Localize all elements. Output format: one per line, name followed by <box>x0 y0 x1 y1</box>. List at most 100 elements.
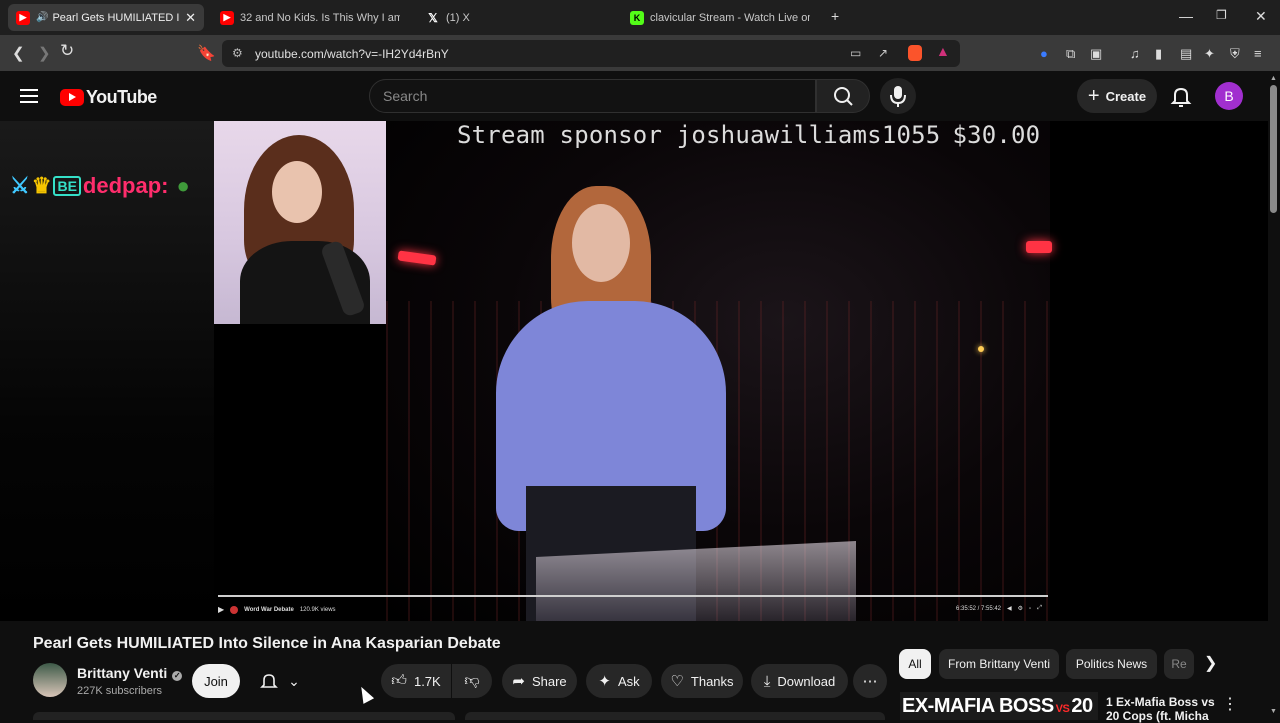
video-player[interactable]: ⚔ ♛ BE dedpap: ● Stream sponsor joshuawi… <box>0 121 1268 621</box>
minimize-icon[interactable]: — <box>1179 8 1193 24</box>
brave-shield-icon[interactable] <box>908 45 922 61</box>
tab-4[interactable]: K clavicular Stream - Watch Live on Kic <box>622 4 818 31</box>
sparkle-icon: ✦ <box>598 673 611 690</box>
notifications-button[interactable] <box>1170 85 1192 112</box>
chevron-down-icon: ⌄ <box>288 672 300 689</box>
scroll-down-arrow[interactable]: ▼ <box>1270 708 1277 715</box>
thanks-heart-icon: ♡ <box>670 673 684 690</box>
thumb-vs: VS <box>1055 703 1070 715</box>
audio-icon: 🔊 <box>36 12 49 23</box>
inner-fullscreen-icon: ⤢ <box>1037 605 1042 611</box>
menu-icon[interactable]: ≡ <box>1254 46 1262 61</box>
close-icon[interactable]: ✕ <box>179 10 196 26</box>
verified-icon: ✓ <box>172 671 183 681</box>
youtube-icon: ▶ <box>220 10 234 25</box>
screenshot-icon[interactable]: ▣ <box>1090 46 1102 62</box>
more-horizontal-icon: ⋯ <box>862 673 878 690</box>
thanks-label: Thanks <box>690 673 734 689</box>
share-label: Share <box>531 673 567 689</box>
extensions-puzzle-icon[interactable]: ⧉ <box>1066 46 1075 62</box>
chip-politics-news[interactable]: Politics News <box>1066 649 1157 679</box>
thumb-text-right: 20 COPS <box>1071 695 1098 717</box>
bell-icon <box>1170 87 1192 107</box>
cast-icon[interactable]: ▭ <box>850 46 861 60</box>
recommendation-title[interactable]: 1 Ex-Mafia Boss vs 20 Cops (ft. Micha <box>1106 695 1216 723</box>
inner-views: 120.9K views <box>299 606 336 613</box>
channel-avatar[interactable] <box>33 663 67 697</box>
dislike-button[interactable]: 👎︎ <box>452 664 492 698</box>
badge-emote-icon: BE <box>53 176 81 196</box>
like-button[interactable]: 👍︎ 1.7K <box>381 664 451 698</box>
description-box-peek[interactable] <box>33 712 455 720</box>
kick-icon: K <box>630 10 644 25</box>
thumbs-down-icon: 👎︎ <box>464 672 480 689</box>
mouse-cursor <box>355 684 375 704</box>
window-close-icon[interactable]: ✕ <box>1255 8 1267 25</box>
thanks-button[interactable]: ♡ Thanks <box>661 664 743 698</box>
like-count: 1.7K <box>413 673 441 689</box>
wallet-icon[interactable]: ▤ <box>1180 46 1192 62</box>
share-page-icon[interactable]: ↗ <box>878 46 888 60</box>
inner-video-controls: ▶ Word War Debate 120.9K views 6:35:52 /… <box>218 605 1048 617</box>
chevron-right-icon[interactable]: ❯ <box>1204 653 1217 673</box>
media-icon[interactable]: ♫ <box>1130 46 1140 61</box>
share-icon: ➦ <box>512 673 525 690</box>
subscription-bell-button[interactable]: ⌄ <box>250 664 310 698</box>
inner-settings-icon: ⚙ <box>1017 606 1024 612</box>
url-text: youtube.com/watch?v=-IH2Yd4rBnY <box>255 47 449 61</box>
address-toolbar: ❮ ❯ ↻ 🔖 ⚙ youtube.com/watch?v=-IH2Yd4rBn… <box>0 35 1280 71</box>
forward-icon[interactable]: ❯ <box>38 44 51 62</box>
vpn-icon[interactable]: ⛨ <box>1230 46 1240 62</box>
tab-active[interactable]: ▶ 🔊 Pearl Gets HUMILIATED Into S ✕ <box>8 4 204 31</box>
hamburger-menu-icon[interactable] <box>20 89 38 103</box>
ask-button[interactable]: ✦ Ask <box>586 664 652 698</box>
site-info-icon[interactable]: ⚙ <box>232 46 243 60</box>
youtube-wordmark: YouTube <box>86 87 157 107</box>
download-button[interactable]: ⤓ Download <box>751 664 848 698</box>
url-bar[interactable]: ⚙ youtube.com/watch?v=-IH2Yd4rBnY ▭ ↗ ▲ <box>222 40 960 67</box>
search-button[interactable] <box>816 79 870 113</box>
sponsor-overlay: Stream sponsor joshuawilliams1055 $30.00 <box>457 121 1040 149</box>
youtube-header: YouTube + Create B <box>0 71 1280 121</box>
youtube-logo[interactable]: YouTube <box>60 87 157 108</box>
recommendation-thumbnail[interactable]: EX-MAFIA BOSSVS20 COPS <box>900 692 1098 720</box>
chip-all[interactable]: All <box>899 649 931 679</box>
tab-2[interactable]: ▶ 32 and No Kids. Is This Why I am Lon <box>212 4 408 31</box>
reload-icon[interactable]: ↻ <box>60 41 74 61</box>
more-vertical-icon[interactable]: ⋮ <box>1222 694 1238 714</box>
thumbs-up-icon: 👍︎ <box>391 672 407 689</box>
channel-name[interactable]: Brittany Venti <box>77 665 167 681</box>
voice-search-button[interactable] <box>880 78 916 114</box>
emote-username: dedpap: <box>82 173 169 198</box>
share-button[interactable]: ➦ Share <box>502 664 577 698</box>
restore-icon[interactable]: ❐ <box>1216 8 1227 22</box>
youtube-icon: ▶ <box>16 10 30 25</box>
channel-name-row[interactable]: Brittany Venti ✓ <box>77 665 183 681</box>
youtube-play-icon <box>60 89 84 106</box>
ask-label: Ask <box>617 673 640 689</box>
extension-icon[interactable]: ● <box>1040 46 1048 61</box>
bookmark-icon[interactable]: 🔖 <box>197 44 216 62</box>
more-actions-button[interactable]: ⋯ <box>853 664 887 698</box>
tab-title: (1) X <box>446 11 470 24</box>
tab-3[interactable]: 𝕏 (1) X <box>418 4 614 31</box>
search-input[interactable] <box>383 88 803 104</box>
chip-partial[interactable]: Re <box>1164 649 1194 679</box>
tab-title: Pearl Gets HUMILIATED Into S <box>52 11 180 24</box>
join-button[interactable]: Join <box>192 664 240 698</box>
account-avatar[interactable]: B <box>1215 82 1243 110</box>
chip-from-channel[interactable]: From Brittany Venti <box>939 649 1059 679</box>
create-button[interactable]: + Create <box>1077 79 1157 113</box>
leo-ai-icon[interactable]: ✦ <box>1204 46 1215 62</box>
page-scrollbar-thumb[interactable] <box>1270 85 1277 213</box>
inner-volume-icon: ◀ <box>1007 606 1012 612</box>
back-icon[interactable]: ❮ <box>12 44 25 62</box>
sidebar-icon[interactable]: ▮ <box>1155 46 1162 62</box>
brave-rewards-icon[interactable]: ▲ <box>936 43 950 59</box>
sponsor-text: Stream sponsor joshuawilliams1055 <box>457 121 941 149</box>
scroll-up-arrow[interactable]: ▲ <box>1270 75 1277 82</box>
new-tab-icon[interactable]: + <box>831 8 839 24</box>
comments-box-peek[interactable] <box>465 712 885 720</box>
streamer-webcam <box>214 121 386 324</box>
search-icon <box>834 87 853 106</box>
